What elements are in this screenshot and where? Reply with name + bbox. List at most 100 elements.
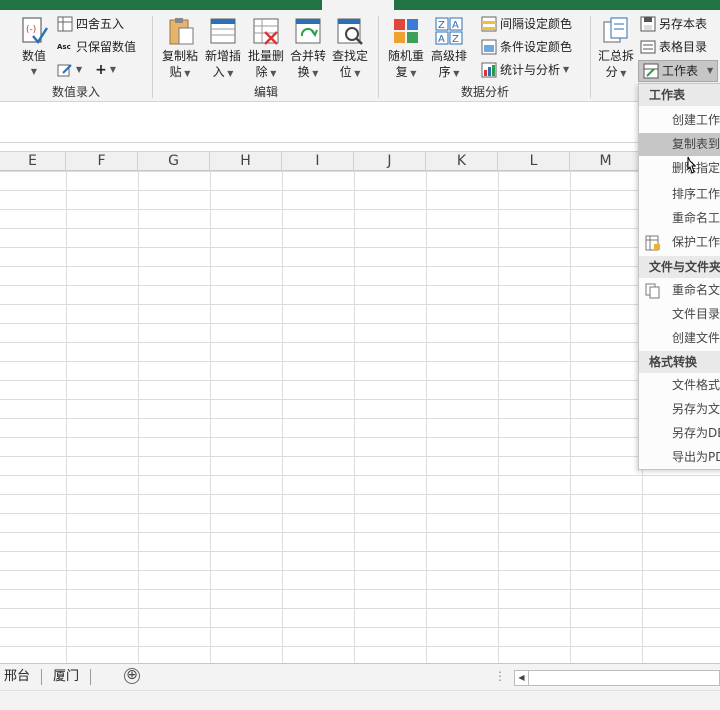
merge-label-2: 换 ▼ bbox=[297, 65, 319, 79]
menu-item-delete-sheet[interactable]: 删除指定 bbox=[639, 157, 720, 180]
column-header[interactable]: L bbox=[498, 152, 570, 171]
chevron-down-icon: ▼ bbox=[76, 65, 83, 74]
advanced-sort-button[interactable]: ZAAZ 高级排 序 ▼ bbox=[429, 16, 469, 82]
menu-section-header: 工作表 bbox=[639, 84, 720, 106]
statistics-icon bbox=[481, 62, 497, 78]
active-tab-indicator bbox=[322, 0, 394, 10]
menu-section-header: 文件与文件夹 bbox=[639, 256, 720, 278]
menu-item-sort-sheet[interactable]: 排序工作 bbox=[639, 183, 720, 206]
menu-item-label: 重命名文 bbox=[672, 283, 720, 297]
statistics-button[interactable]: 统计与分析 ▼ bbox=[481, 60, 569, 80]
group-divider bbox=[590, 16, 591, 98]
conditional-color-label: 条件设定颜色 bbox=[500, 40, 573, 54]
chevron-down-icon: ▼ bbox=[109, 65, 117, 74]
worksheet-icon bbox=[643, 63, 659, 79]
random-label-2: 复 ▼ bbox=[395, 65, 417, 79]
menu-item-copy-sheet[interactable]: 复制表到 bbox=[639, 133, 720, 156]
insert-button[interactable]: 新增插 入 ▼ bbox=[203, 16, 243, 82]
sheet-directory-label: 表格目录 bbox=[659, 40, 708, 54]
menu-item-create-sheet[interactable]: 创建工作 bbox=[639, 109, 720, 132]
svg-text:A: A bbox=[438, 34, 445, 45]
edit-tool-button[interactable]: ▼ + ▼ bbox=[57, 60, 116, 80]
plus-icon[interactable]: + bbox=[95, 60, 107, 80]
random-repeat-button[interactable]: 随机重 复 ▼ bbox=[386, 16, 426, 82]
sheet-tab[interactable]: 厦门 bbox=[53, 667, 79, 687]
sheet-directory-button[interactable]: 表格目录 bbox=[640, 37, 707, 57]
asc-icon: Asc bbox=[57, 43, 71, 51]
round-button-label: 四舍五入 bbox=[76, 17, 125, 31]
add-sheet-icon[interactable]: ⊕ bbox=[124, 668, 140, 684]
insert-label-1: 新增插 bbox=[204, 49, 241, 63]
menu-item-export-pdf[interactable]: 导出为PD bbox=[639, 446, 720, 469]
menu-item-file-format[interactable]: 文件格式 bbox=[639, 374, 720, 397]
copy-paste-button[interactable]: 复制粘 贴 ▼ bbox=[160, 16, 200, 82]
svg-text:Z: Z bbox=[452, 34, 459, 45]
chevron-down-icon: ▼ bbox=[30, 67, 38, 76]
edit-icon bbox=[57, 62, 73, 78]
group-divider bbox=[152, 16, 153, 98]
sort-label-1: 高级排 bbox=[430, 49, 467, 63]
worksheet-dropdown-menu: 工作表 创建工作 复制表到 删除指定 排序工作 重命名工 保护工作 文件与文件夹… bbox=[638, 83, 720, 470]
insert-label-2: 入 ▼ bbox=[212, 65, 234, 79]
summary-split-icon bbox=[601, 16, 631, 46]
round-button[interactable]: 四舍五入 bbox=[57, 14, 124, 34]
conditional-color-button[interactable]: 条件设定颜色 bbox=[481, 37, 572, 57]
summary-split-button[interactable]: 汇总拆 分 ▼ bbox=[596, 16, 636, 82]
menu-item-file-directory[interactable]: 文件目录 bbox=[639, 303, 720, 326]
clipboard-icon bbox=[165, 16, 195, 46]
batch-delete-button[interactable]: 批量删 除 ▼ bbox=[246, 16, 286, 82]
find-label-1: 查找定 bbox=[331, 49, 368, 63]
edit-group-label: 编辑 bbox=[253, 85, 278, 99]
find-locate-button[interactable]: 查找定 位 ▼ bbox=[330, 16, 370, 82]
cell-grid[interactable] bbox=[0, 171, 720, 663]
column-header[interactable]: M bbox=[570, 152, 642, 171]
column-header-row: E F G H I J K L M bbox=[0, 151, 720, 171]
svg-text:A: A bbox=[452, 20, 459, 31]
tab-divider bbox=[41, 669, 42, 685]
edit-group: 复制粘 贴 ▼ 新增插 入 ▼ 批量删 除 ▼ 合并转 换 ▼ 查找定 位 ▼ … bbox=[154, 10, 378, 102]
worksheet-dropdown-button[interactable]: 工作表 ▼ bbox=[638, 60, 719, 82]
svg-text:(-): (-) bbox=[26, 25, 36, 35]
column-header[interactable]: I bbox=[282, 152, 354, 171]
save-sheet-button[interactable]: 另存本表 bbox=[640, 14, 707, 34]
column-header[interactable]: K bbox=[426, 152, 498, 171]
chevron-down-icon: ▼ bbox=[707, 66, 714, 75]
scroll-split-handle[interactable]: ⋮ bbox=[494, 669, 506, 683]
value-button[interactable]: (-) 数值 ▼ bbox=[14, 16, 54, 80]
menu-item-save-as-doc[interactable]: 另存为文 bbox=[639, 398, 720, 421]
copy-paste-label-2: 贴 ▼ bbox=[169, 65, 191, 79]
interval-color-label: 间隔设定颜色 bbox=[500, 17, 573, 31]
merge-label-1: 合并转 bbox=[289, 49, 326, 63]
menu-item-rename-file[interactable]: 重命名文 bbox=[639, 279, 720, 302]
column-header[interactable]: H bbox=[210, 152, 282, 171]
formula-bar[interactable] bbox=[0, 103, 720, 143]
column-header[interactable]: F bbox=[66, 152, 138, 171]
numeric-group-label: 数值录入 bbox=[51, 85, 100, 99]
analysis-group: 随机重 复 ▼ ZAAZ 高级排 序 ▼ 间隔设定颜色 条件设定颜色 统计与分析… bbox=[380, 10, 590, 102]
menu-item-create-file[interactable]: 创建文件 bbox=[639, 327, 720, 350]
menu-item-rename-sheet[interactable]: 重命名工 bbox=[639, 207, 720, 230]
rename-file-icon bbox=[645, 283, 661, 299]
scroll-left-icon[interactable]: ◀ bbox=[515, 671, 529, 685]
find-label-2: 位 ▼ bbox=[339, 65, 361, 79]
menu-section-header: 格式转换 bbox=[639, 351, 720, 373]
worksheet-label: 工作表 bbox=[662, 64, 699, 78]
sheet-tab[interactable]: 邢台 bbox=[4, 667, 30, 687]
keep-value-button[interactable]: Asc 只保留数值 bbox=[57, 37, 136, 57]
chevron-down-icon: ▼ bbox=[563, 65, 570, 74]
save-sheet-label: 另存本表 bbox=[659, 17, 708, 31]
merge-convert-button[interactable]: 合并转 换 ▼ bbox=[288, 16, 328, 82]
column-header[interactable]: G bbox=[138, 152, 210, 171]
analysis-group-label: 数据分析 bbox=[460, 85, 509, 99]
ribbon: (-) 数值 ▼ 四舍五入 Asc 只保留数值 ▼ + ▼ 数值录入 复制粘 贴… bbox=[0, 10, 720, 102]
copy-paste-label-1: 复制粘 bbox=[161, 49, 198, 63]
column-header[interactable]: E bbox=[0, 152, 66, 171]
column-header[interactable]: J bbox=[354, 152, 426, 171]
menu-item-protect-sheet[interactable]: 保护工作 bbox=[639, 231, 720, 254]
group-divider bbox=[378, 16, 379, 98]
interval-color-button[interactable]: 间隔设定颜色 bbox=[481, 14, 572, 34]
summary-split-label-2: 分 ▼ bbox=[605, 65, 627, 79]
sort-az-icon: ZAAZ bbox=[434, 16, 464, 46]
horizontal-scrollbar[interactable]: ◀ bbox=[514, 670, 720, 686]
menu-item-save-as-dbf[interactable]: 另存为DE bbox=[639, 422, 720, 445]
